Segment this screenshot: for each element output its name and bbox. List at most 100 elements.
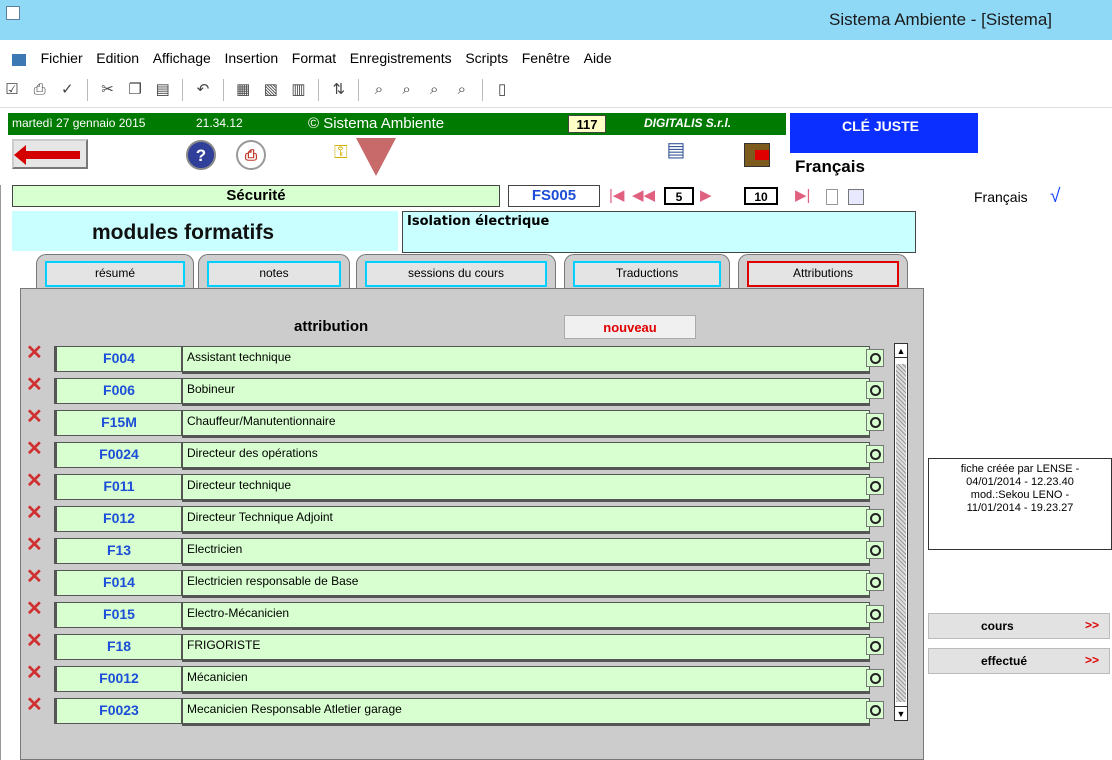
printer-icon[interactable]: ⎙ — [30, 80, 50, 100]
row-code[interactable]: F18 — [54, 634, 182, 660]
search-icon[interactable] — [866, 605, 884, 623]
search-icon[interactable] — [866, 541, 884, 559]
key-icon[interactable]: ⚿ — [334, 140, 358, 164]
delete-icon[interactable]: ✕ — [26, 375, 48, 401]
menu-insertion[interactable]: Insertion — [219, 44, 283, 72]
tab-sessions[interactable]: sessions du cours — [356, 254, 556, 288]
row-code[interactable]: F006 — [54, 378, 182, 404]
row-label[interactable]: Bobineur — [182, 378, 870, 406]
search-icon[interactable] — [866, 445, 884, 463]
row-code[interactable]: F13 — [54, 538, 182, 564]
checkbox-icon[interactable]: ☑ — [2, 80, 22, 100]
menu-edition[interactable]: Edition — [91, 44, 144, 72]
search-icon[interactable] — [866, 701, 884, 719]
last-record-icon[interactable]: ▶| — [795, 185, 810, 207]
search-icon[interactable] — [866, 573, 884, 591]
tab-traductions[interactable]: Traductions — [564, 254, 730, 288]
record-code-field[interactable]: FS005 — [508, 185, 600, 207]
search-icon[interactable] — [866, 669, 884, 687]
delete-icon[interactable]: ✕ — [26, 695, 48, 721]
search-icon[interactable] — [866, 477, 884, 495]
find-prev-icon[interactable]: ⌕ — [424, 80, 444, 100]
copy-icon[interactable]: ❐ — [125, 80, 145, 100]
spellcheck-icon[interactable]: ✓ — [57, 80, 77, 100]
delete-icon[interactable]: ✕ — [26, 503, 48, 529]
row-label[interactable]: Electricien — [182, 538, 870, 566]
delete-icon[interactable]: ✕ — [26, 439, 48, 465]
menu-format[interactable]: Format — [287, 44, 341, 72]
delete-icon[interactable]: ✕ — [26, 631, 48, 657]
row-code[interactable]: F011 — [54, 474, 182, 500]
find-replace-icon[interactable]: ⌕ — [452, 80, 472, 100]
row-label[interactable]: Assistant technique — [182, 346, 870, 374]
menu-affichage[interactable]: Affichage — [148, 44, 216, 72]
prev-record-icon[interactable]: ◀◀ — [632, 185, 655, 207]
search-icon[interactable] — [866, 509, 884, 527]
description-field[interactable]: Isolation électrique — [402, 211, 916, 253]
row-label[interactable]: Electricien responsable de Base — [182, 570, 870, 598]
paste-icon[interactable]: ▤ — [153, 80, 173, 100]
delete-icon[interactable]: ✕ — [26, 567, 48, 593]
save-icon[interactable] — [848, 189, 864, 205]
document-icon[interactable] — [12, 53, 26, 66]
new-record-icon[interactable]: ▦ — [233, 80, 253, 100]
back-button[interactable] — [12, 139, 88, 169]
scrollbar[interactable]: ▲ ▼ — [894, 343, 908, 721]
row-label[interactable]: Mecanicien Responsable Atletier garage — [182, 698, 870, 726]
print-icon[interactable]: ⎙ — [236, 140, 266, 170]
row-label[interactable]: Electro-Mécanicien — [182, 602, 870, 630]
row-code[interactable]: F0023 — [54, 698, 182, 724]
menu-fenetre[interactable]: Fenêtre — [517, 44, 575, 72]
cours-button[interactable]: cours >> — [928, 613, 1110, 639]
row-label[interactable]: Directeur des opérations — [182, 442, 870, 470]
sort-icon[interactable]: ⇅ — [329, 80, 349, 100]
delete-icon[interactable]: ✕ — [26, 471, 48, 497]
row-code[interactable]: F15M — [54, 410, 182, 436]
database-icon[interactable]: ▤ — [660, 137, 692, 169]
delete-icon[interactable]: ✕ — [26, 599, 48, 625]
menu-aide[interactable]: Aide — [579, 44, 617, 72]
search-icon[interactable] — [866, 381, 884, 399]
delete-icon[interactable]: ✕ — [26, 535, 48, 561]
delete-icon[interactable]: ✕ — [26, 407, 48, 433]
search-icon[interactable] — [866, 413, 884, 431]
tab-notes[interactable]: notes — [198, 254, 350, 288]
exit-door-icon[interactable] — [744, 143, 770, 167]
new-button[interactable]: nouveau — [564, 315, 696, 339]
menu-enregistrements[interactable]: Enregistrements — [345, 44, 457, 72]
delete-icon[interactable]: ✕ — [26, 663, 48, 689]
search-icon[interactable] — [866, 637, 884, 655]
delete-record-icon[interactable]: ▥ — [289, 80, 309, 100]
search-icon[interactable] — [866, 349, 884, 367]
next-record-icon[interactable]: ▶ — [700, 185, 712, 207]
effectue-button[interactable]: effectué >> — [928, 648, 1110, 674]
row-code[interactable]: F0012 — [54, 666, 182, 692]
language-selector[interactable]: Français — [974, 189, 1028, 205]
help-icon[interactable]: ? — [186, 140, 216, 170]
row-label[interactable]: Directeur technique — [182, 474, 870, 502]
script-icon[interactable]: ▯ — [492, 80, 512, 100]
undo-icon[interactable]: ↶ — [193, 80, 213, 100]
scroll-thumb[interactable] — [896, 364, 906, 702]
scroll-up-icon[interactable]: ▲ — [895, 344, 907, 358]
row-code[interactable]: F0024 — [54, 442, 182, 468]
find-icon[interactable]: ⌕ — [369, 80, 389, 100]
tab-attributions[interactable]: Attributions — [738, 254, 908, 288]
first-record-icon[interactable]: |◀ — [609, 185, 624, 207]
row-label[interactable]: FRIGORISTE — [182, 634, 870, 662]
row-code[interactable]: F012 — [54, 506, 182, 532]
menu-scripts[interactable]: Scripts — [460, 44, 513, 72]
find-next-icon[interactable]: ⌕ — [397, 80, 417, 100]
tab-resume[interactable]: résumé — [36, 254, 194, 288]
row-label[interactable]: Directeur Technique Adjoint — [182, 506, 870, 534]
row-code[interactable]: F004 — [54, 346, 182, 372]
row-code[interactable]: F015 — [54, 602, 182, 628]
app-icon[interactable] — [6, 6, 20, 20]
menu-fichier[interactable]: Fichier — [36, 44, 88, 72]
delete-icon[interactable]: ✕ — [26, 343, 48, 369]
row-code[interactable]: F014 — [54, 570, 182, 596]
row-label[interactable]: Chauffeur/Manutentionnaire — [182, 410, 870, 438]
cut-icon[interactable]: ✂ — [98, 80, 118, 100]
row-label[interactable]: Mécanicien — [182, 666, 870, 694]
filter-icon[interactable] — [356, 138, 396, 176]
